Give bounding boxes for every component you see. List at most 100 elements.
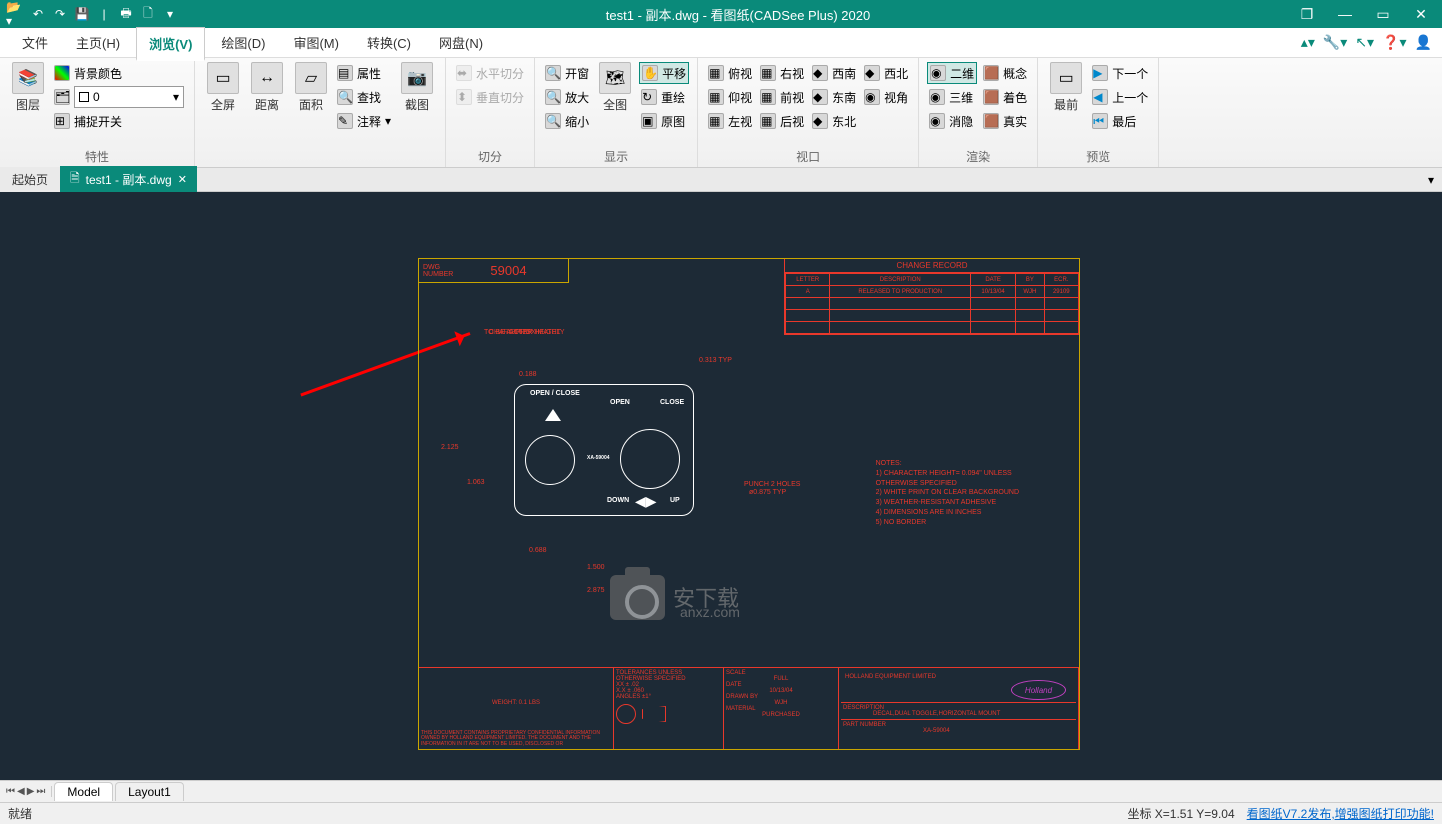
layout-tabs: ⏮ ◀ ▶ ⏭ Model Layout1 [0,780,1442,802]
group-preview: ▭最前 ▶下一个 ◀上一个 ⏮最后 预览 [1038,58,1159,167]
tab-draw[interactable]: 绘图(D) [209,27,277,58]
render-concept[interactable]: 🟫概念 [981,62,1029,84]
pan-button[interactable]: ✋平移 [639,62,689,84]
print-preview-icon[interactable]: 🗋 [138,4,158,24]
preview-next[interactable]: ▶下一个 [1090,62,1150,84]
tab-view[interactable]: 浏览(V) [136,27,205,61]
print-icon[interactable]: 🖶 [116,4,136,24]
tab-file[interactable]: 文件 [10,27,60,58]
group-measure: ▭全屏 ↔距离 ▱面积 ▤属性 🔍查找 ✎注释▾ 📷截图 [195,58,446,167]
brand-logo: Holland [1011,680,1066,700]
zoomall-button[interactable]: 🗺全图 [595,62,635,113]
openwin-button[interactable]: 🔍开窗 [543,62,591,84]
quick-access-toolbar: 📂▾ ↶ ↷ 💾 | 🖶 🗋 ▾ [0,4,186,24]
group-display: 🔍开窗 🔍放大 🔍缩小 🗺全图 ✋平移 ↻重绘 ▣原图 显示 [535,58,698,167]
qat-drop-icon[interactable]: ▾ [160,4,180,24]
preview-last[interactable]: ⏮最后 [1090,110,1150,132]
view-bottom[interactable]: ▦仰视 [706,86,754,108]
layer-combo[interactable]: 🗂0▾ [52,86,186,108]
view-se[interactable]: ◆东南 [810,86,858,108]
fullscreen-button[interactable]: ▭全屏 [203,62,243,113]
view-front[interactable]: ▦前视 [758,86,806,108]
drawing-canvas[interactable]: DWG NUMBER 59004 CHANGE RECORD LETTERDES… [0,192,1442,780]
zoomout-button[interactable]: 🔍缩小 [543,110,591,132]
render-real[interactable]: 🟫真实 [981,110,1029,132]
view-angle[interactable]: ◉视角 [862,86,910,108]
tab-main[interactable]: 主页(H) [64,27,132,58]
orig-button[interactable]: ▣原图 [639,110,689,132]
group-render: ◉二维 ◉三维 ◉消隐 🟫概念 🟫着色 🟫真实 渲染 [919,58,1038,167]
document-tabs: 起始页 🗎 test1 - 副本.dwg ✕ ▾ [0,168,1442,192]
view-right[interactable]: ▦右视 [758,62,806,84]
decal-panel: OPEN / CLOSE OPEN CLOSE XA-59004 DOWN UP… [514,384,694,516]
tab-convert[interactable]: 转换(C) [355,27,423,58]
wrench-icon[interactable]: 🔧▾ [1323,34,1347,51]
statusbar: 就绪 坐标 X=1.51 Y=9.04 看图纸V7.2发布,增强图纸打印功能! [0,802,1442,824]
crop-button[interactable]: 📷截图 [397,62,437,113]
titlebar: 📂▾ ↶ ↷ 💾 | 🖶 🗋 ▾ test1 - 副本.dwg - 看图纸(CA… [0,0,1442,28]
layout-tab-layout1[interactable]: Layout1 [115,782,184,801]
layout-last-icon[interactable]: ⏭ [36,786,45,797]
window-controls: ❐ — ▭ ✕ [1290,3,1442,25]
save-icon[interactable]: 💾 [72,4,92,24]
tab-cloud[interactable]: 网盘(N) [427,27,495,58]
capture-toggle[interactable]: ⊞捕捉开关 [52,110,186,132]
attr-button[interactable]: ▤属性 [335,62,393,84]
layout-tab-model[interactable]: Model [54,782,113,801]
view-ne[interactable]: ◆东北 [810,110,858,132]
window-title: test1 - 副本.dwg - 看图纸(CADSee Plus) 2020 [186,5,1290,24]
maximize-button[interactable]: ▭ [1366,3,1400,25]
dwg-number-block: DWG NUMBER 59004 [419,259,569,283]
layout-next-icon[interactable]: ▶ [27,786,35,797]
layout-first-icon[interactable]: ⏮ [6,786,15,797]
layout-prev-icon[interactable]: ◀ [17,786,25,797]
restore-dual-icon[interactable]: ❐ [1290,3,1324,25]
help-icon[interactable]: ❓▾ [1382,34,1406,51]
layer-button[interactable]: 📚图层 [8,62,48,113]
tab-review[interactable]: 审图(M) [281,27,351,58]
change-record-table: CHANGE RECORD LETTERDESCRIPTIONDATEBYECR… [784,259,1079,335]
render-hide[interactable]: ◉消隐 [927,110,977,132]
render-shade[interactable]: 🟫着色 [981,86,1029,108]
status-ready: 就绪 [8,805,32,822]
drawing-sketch: CHARACTER HEIGHT TO BE APPROXIMATELY 0.0… [429,329,849,609]
drawing-notes: NOTES: 1) CHARACTER HEIGHT= 0.094" UNLES… [876,459,1019,528]
distance-button[interactable]: ↔距离 [247,62,287,113]
redo-icon[interactable]: ↷ [50,4,70,24]
file-icon: 🗎 [70,169,80,190]
preview-front[interactable]: ▭最前 [1046,62,1086,113]
group-props: 📚图层 背景颜色 🗂0▾ ⊞捕捉开关 特性 [0,58,195,167]
view-nw[interactable]: ◆西北 [862,62,910,84]
bgcolor-button[interactable]: 背景颜色 [52,62,186,84]
cursor-icon[interactable]: ↖▾ [1355,34,1374,51]
annot-button[interactable]: ✎注释▾ [335,110,393,132]
view-sw[interactable]: ◆西南 [810,62,858,84]
tabs-dropdown[interactable]: ▾ [1420,173,1442,187]
tab-start-page[interactable]: 起始页 [0,167,60,192]
undo-icon[interactable]: ↶ [28,4,48,24]
status-coord: 坐标 X=1.51 Y=9.04 [1127,805,1234,822]
vsplit-button: ⬍垂直切分 [454,86,526,108]
collapse-ribbon-icon[interactable]: ▴▾ [1301,34,1315,51]
view-left[interactable]: ▦左视 [706,110,754,132]
drawing-sheet: DWG NUMBER 59004 CHANGE RECORD LETTERDES… [418,258,1080,750]
group-viewport: ▦俯视 ▦仰视 ▦左视 ▦右视 ▦前视 ▦后视 ◆西南 ◆东南 ◆东北 ◆西北 … [698,58,919,167]
preview-prev[interactable]: ◀上一个 [1090,86,1150,108]
status-link[interactable]: 看图纸V7.2发布,增强图纸打印功能! [1247,805,1434,822]
redraw-button[interactable]: ↻重绘 [639,86,689,108]
render-2d[interactable]: ◉二维 [927,62,977,84]
zoomin-button[interactable]: 🔍放大 [543,86,591,108]
minimize-button[interactable]: — [1328,3,1362,25]
find-button[interactable]: 🔍查找 [335,86,393,108]
open-icon[interactable]: 📂▾ [6,4,26,24]
group-split: ⬌水平切分 ⬍垂直切分 切分 [446,58,535,167]
close-tab-icon[interactable]: ✕ [178,173,187,186]
tab-file-dwg[interactable]: 🗎 test1 - 副本.dwg ✕ [60,166,197,193]
user-icon[interactable]: 👤 [1415,34,1432,51]
view-back[interactable]: ▦后视 [758,110,806,132]
area-button[interactable]: ▱面积 [291,62,331,113]
view-top[interactable]: ▦俯视 [706,62,754,84]
render-3d[interactable]: ◉三维 [927,86,977,108]
menu-right-icons: ▴▾ 🔧▾ ↖▾ ❓▾ 👤 [1301,34,1432,51]
close-button[interactable]: ✕ [1404,3,1438,25]
